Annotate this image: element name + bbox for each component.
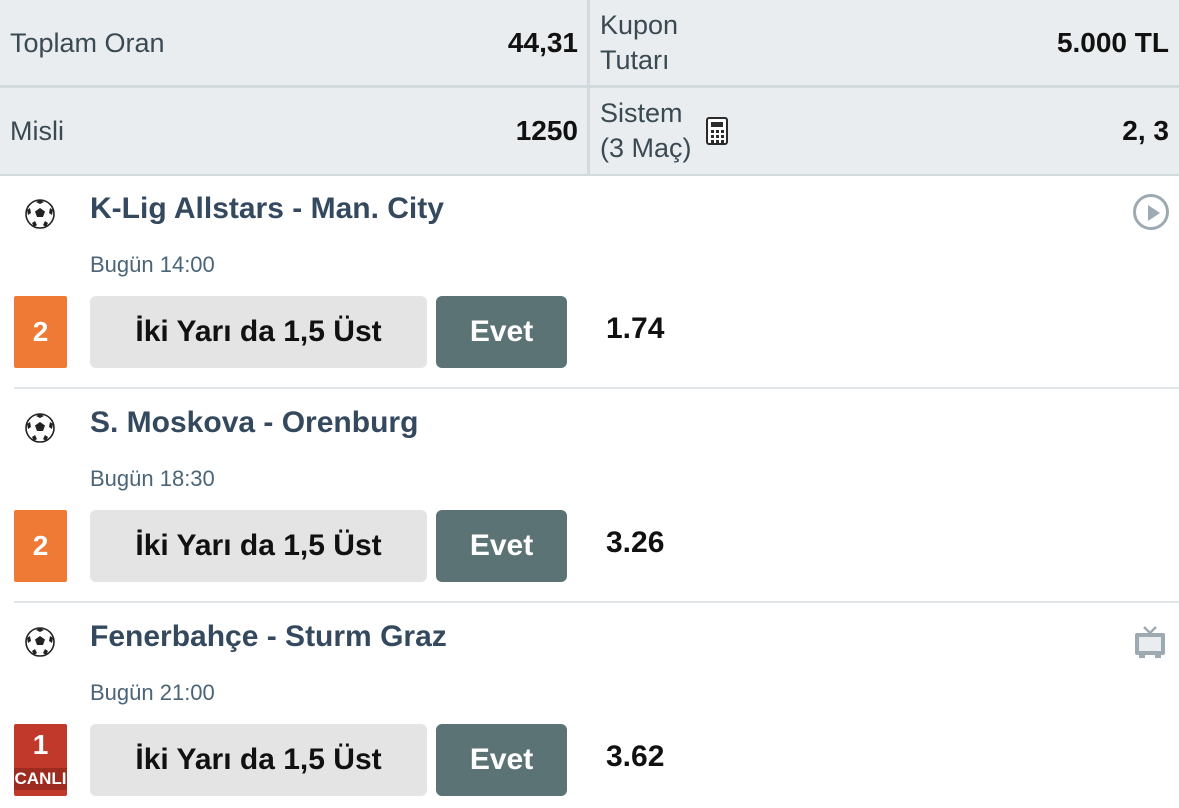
system-value[interactable]: 2, 3 <box>1122 115 1169 147</box>
match-teams[interactable]: Fenerbahçe - Sturm Graz <box>90 620 447 654</box>
match-time: Bugün 21:00 <box>90 680 215 705</box>
row-divider <box>14 601 1179 603</box>
outcome-button[interactable]: Evet <box>436 724 567 796</box>
play-icon[interactable] <box>1133 194 1169 230</box>
coupon-amount-label: Kupon Tutarı <box>600 8 678 78</box>
match-row: Fenerbahçe - Sturm Graz Bugün 21:00 1 CA… <box>0 604 1179 808</box>
outcome-button[interactable]: Evet <box>436 296 567 368</box>
mbs-badge: 2 <box>14 510 67 582</box>
match-time: Bugün 14:00 <box>90 252 215 277</box>
total-odds-label: Toplam Oran <box>10 27 165 58</box>
outcome-button[interactable]: Evet <box>436 510 567 582</box>
match-teams[interactable]: S. Moskova - Orenburg <box>90 406 418 440</box>
multiplier-cell[interactable]: Misli 1250 <box>0 88 588 174</box>
summary-divider-horizontal <box>0 85 1179 88</box>
market-button[interactable]: İki Yarı da 1,5 Üst <box>90 510 427 582</box>
system-label-line2: (3 Maç) <box>600 133 692 163</box>
row-divider <box>14 387 1179 389</box>
coupon-amount-label-line1: Kupon <box>600 10 679 40</box>
system-label-group: Sistem (3 Maç) <box>600 96 728 166</box>
odd-value: 1.74 <box>606 312 665 345</box>
tv-icon[interactable] <box>1133 624 1167 660</box>
soccer-ball-icon <box>25 413 55 443</box>
system-label-line1: Sistem <box>600 98 683 128</box>
coupon-summary: Toplam Oran 44,31 Kupon Tutarı 5.000 TL … <box>0 0 1179 176</box>
system-label: Sistem (3 Maç) <box>600 96 692 166</box>
total-odds-cell: Toplam Oran 44,31 <box>0 0 588 86</box>
match-teams[interactable]: K-Lig Allstars - Man. City <box>90 192 444 226</box>
match-row: S. Moskova - Orenburg Bugün 18:30 2 İki … <box>0 390 1179 603</box>
coupon-amount-value[interactable]: 5.000 TL <box>1057 27 1169 59</box>
multiplier-label: Misli <box>10 115 64 146</box>
system-cell[interactable]: Sistem (3 Maç) 2, 3 <box>590 88 1179 174</box>
coupon-amount-label-line2: Tutarı <box>600 45 670 75</box>
mbs-badge-live: 1 CANLI <box>14 724 67 796</box>
live-label: CANLI <box>14 768 67 790</box>
summary-divider-vertical <box>587 0 590 176</box>
multiplier-value[interactable]: 1250 <box>516 115 578 147</box>
market-button[interactable]: İki Yarı da 1,5 Üst <box>90 296 427 368</box>
total-odds-value: 44,31 <box>507 27 578 58</box>
match-time: Bugün 18:30 <box>90 466 215 491</box>
soccer-ball-icon <box>25 627 55 657</box>
mbs-number: 1 <box>32 729 49 760</box>
match-row: K-Lig Allstars - Man. City Bugün 14:00 2… <box>0 176 1179 389</box>
market-button[interactable]: İki Yarı da 1,5 Üst <box>90 724 427 796</box>
coupon-amount-cell[interactable]: Kupon Tutarı 5.000 TL <box>590 0 1179 86</box>
odd-value: 3.26 <box>606 526 665 559</box>
mbs-badge: 2 <box>14 296 67 368</box>
soccer-ball-icon <box>25 199 55 229</box>
calculator-icon[interactable] <box>705 117 728 145</box>
odd-value: 3.62 <box>606 740 665 773</box>
